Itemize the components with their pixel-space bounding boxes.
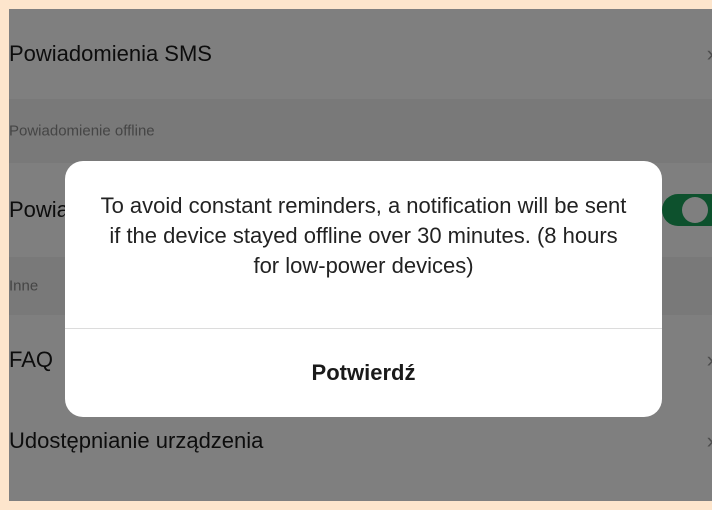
settings-screen: Powiadomienia SMS › Powiadomienie offlin…	[9, 9, 712, 501]
offline-info-dialog: To avoid constant reminders, a notificat…	[65, 161, 662, 417]
confirm-button[interactable]: Potwierdź	[65, 329, 662, 417]
dialog-message: To avoid constant reminders, a notificat…	[100, 193, 627, 278]
